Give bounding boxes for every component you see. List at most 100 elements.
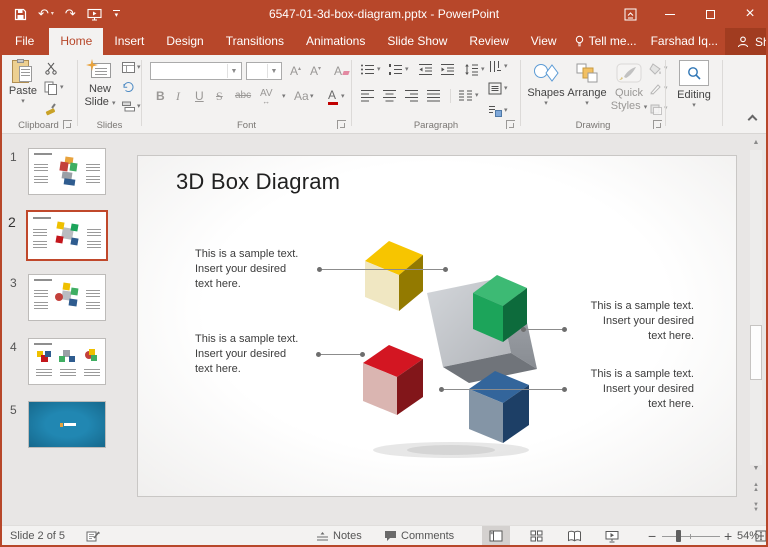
font-name-combobox[interactable]: ▼	[150, 62, 242, 80]
editing-button[interactable]: Editing ▾	[674, 60, 714, 110]
account-name[interactable]: Farshad Iq...	[644, 28, 725, 55]
text-direction-button[interactable]: ▾	[488, 60, 508, 73]
3d-box-diagram[interactable]	[331, 221, 571, 461]
maximize-button[interactable]	[702, 6, 718, 22]
zoom-out-button[interactable]: −	[648, 526, 656, 546]
scrollbar-track[interactable]	[750, 150, 762, 465]
text-shadow-button[interactable]: S	[216, 89, 223, 104]
clipboard-dialog-launcher[interactable]	[63, 120, 72, 129]
red-box[interactable]	[363, 345, 423, 415]
close-button[interactable]: ×	[742, 6, 758, 22]
tab-slide-show[interactable]: Slide Show	[376, 28, 458, 55]
font-dialog-launcher[interactable]	[337, 120, 346, 129]
zoom-slider-track[interactable]	[662, 536, 720, 537]
tab-animations[interactable]: Animations	[295, 28, 376, 55]
slide-title[interactable]: 3D Box Diagram	[176, 169, 340, 195]
new-slide-button[interactable]: New Slide ▾	[81, 59, 119, 109]
tab-insert[interactable]: Insert	[103, 28, 155, 55]
paste-button[interactable]: Paste ▾	[7, 59, 39, 106]
change-case-dropdown-icon[interactable]: ▾	[310, 93, 314, 101]
yellow-box[interactable]	[365, 241, 423, 311]
change-case-button[interactable]: Aa	[294, 89, 309, 103]
line-spacing-button[interactable]: ▾	[464, 63, 485, 76]
layout-button[interactable]: ▾	[122, 62, 141, 73]
comments-button[interactable]: Comments	[384, 526, 454, 546]
paragraph-dialog-launcher[interactable]	[506, 120, 515, 129]
cut-button[interactable]	[44, 62, 58, 75]
blue-box[interactable]	[469, 371, 529, 443]
slide-show-view-button[interactable]	[598, 526, 626, 546]
reading-view-button[interactable]	[560, 526, 588, 546]
bullets-button[interactable]: ▾	[360, 63, 381, 76]
decrease-indent-button[interactable]	[418, 63, 433, 76]
font-size-dropdown-icon[interactable]: ▼	[267, 64, 280, 78]
zoom-in-button[interactable]: +	[724, 526, 732, 546]
tab-review[interactable]: Review	[458, 28, 519, 55]
increase-indent-button[interactable]	[440, 63, 455, 76]
tab-file[interactable]: File	[0, 28, 49, 55]
character-spacing-dropdown-icon[interactable]: ▾	[282, 93, 286, 101]
quick-styles-label-1: Quick	[609, 87, 649, 100]
tab-home[interactable]: Home	[49, 28, 103, 55]
share-button[interactable]: Share	[725, 28, 768, 55]
decrease-font-size-button[interactable]: A▾	[310, 64, 321, 78]
italic-button[interactable]: I	[176, 89, 180, 104]
collapse-ribbon-button[interactable]	[748, 115, 758, 125]
increase-font-size-button[interactable]: A▴	[290, 64, 301, 78]
spell-check-button[interactable]	[86, 526, 100, 546]
text-block-bottom-right[interactable]: This is a sample text. Insert your desir…	[578, 367, 694, 412]
align-right-button[interactable]	[404, 89, 419, 102]
slide-number-indicator[interactable]: Slide 2 of 5	[10, 526, 65, 546]
format-painter-button[interactable]	[44, 102, 58, 116]
reading-view-icon	[567, 530, 582, 542]
text-block-top-right[interactable]: This is a sample text. Insert your desir…	[578, 299, 694, 344]
minimize-button[interactable]	[662, 6, 678, 22]
columns-button[interactable]: ▾	[458, 89, 479, 102]
slide-canvas[interactable]: 3D Box Diagram	[137, 155, 737, 497]
notes-button[interactable]: Notes	[316, 526, 362, 546]
tab-view[interactable]: View	[520, 28, 568, 55]
tab-design[interactable]: Design	[155, 28, 214, 55]
font-name-dropdown-icon[interactable]: ▼	[227, 64, 240, 78]
numbering-button[interactable]: ▾	[388, 63, 409, 76]
copy-button[interactable]: ▾	[44, 81, 64, 95]
zoom-slider-thumb[interactable]	[676, 530, 681, 542]
fit-slide-to-window-button[interactable]	[754, 526, 768, 546]
justify-button[interactable]	[426, 89, 441, 102]
comments-label: Comments	[401, 530, 454, 542]
increase-indent-icon	[440, 63, 455, 76]
font-color-button[interactable]: A	[328, 88, 338, 105]
tab-transitions[interactable]: Transitions	[215, 28, 295, 55]
font-group: ▼ ▼ A▴ A▾ A B I U S abc AV↔ ▾ Aa ▾ A ▾ F…	[142, 55, 351, 133]
scroll-up-arrow[interactable]: ▲	[750, 136, 762, 150]
scroll-down-arrow[interactable]: ▼	[750, 462, 762, 476]
scrollbar-thumb[interactable]	[750, 325, 762, 380]
normal-view-button[interactable]	[482, 526, 510, 546]
next-slide-button[interactable]: ▼▼	[750, 500, 762, 516]
bold-button[interactable]: B	[156, 89, 165, 103]
previous-slide-button[interactable]: ▲▲	[750, 480, 762, 496]
align-left-button[interactable]	[360, 89, 375, 102]
text-block-top-left[interactable]: This is a sample text. Insert your desir…	[195, 247, 305, 292]
align-center-button[interactable]	[382, 89, 397, 102]
shapes-button[interactable]: Shapes ▾	[527, 60, 565, 108]
convert-to-smartart-button[interactable]: ▾	[488, 104, 508, 117]
quick-styles-button[interactable]: Quick Styles ▾	[609, 60, 649, 113]
align-text-button[interactable]: ▾	[488, 82, 508, 95]
drawing-dialog-launcher[interactable]	[653, 120, 662, 129]
arrange-button[interactable]: Arrange ▾	[567, 60, 607, 108]
tell-me-box[interactable]: Tell me...	[568, 28, 644, 55]
text-block-bottom-left[interactable]: This is a sample text. Insert your desir…	[195, 332, 305, 377]
font-color-dropdown-icon[interactable]: ▾	[341, 93, 345, 101]
drawing-group-label: Drawing	[521, 120, 665, 131]
slide-sorter-view-button[interactable]	[522, 526, 550, 546]
strikethrough-button[interactable]: abc	[235, 90, 251, 101]
underline-button[interactable]: U	[195, 89, 204, 103]
align-left-icon	[360, 89, 375, 102]
clear-formatting-button[interactable]: A	[334, 64, 349, 78]
section-button[interactable]: ▾	[122, 101, 141, 112]
ribbon-display-options-button[interactable]	[622, 6, 638, 22]
character-spacing-button[interactable]: AV↔	[260, 88, 273, 104]
font-size-combobox[interactable]: ▼	[246, 62, 282, 80]
reset-button[interactable]	[122, 81, 135, 93]
